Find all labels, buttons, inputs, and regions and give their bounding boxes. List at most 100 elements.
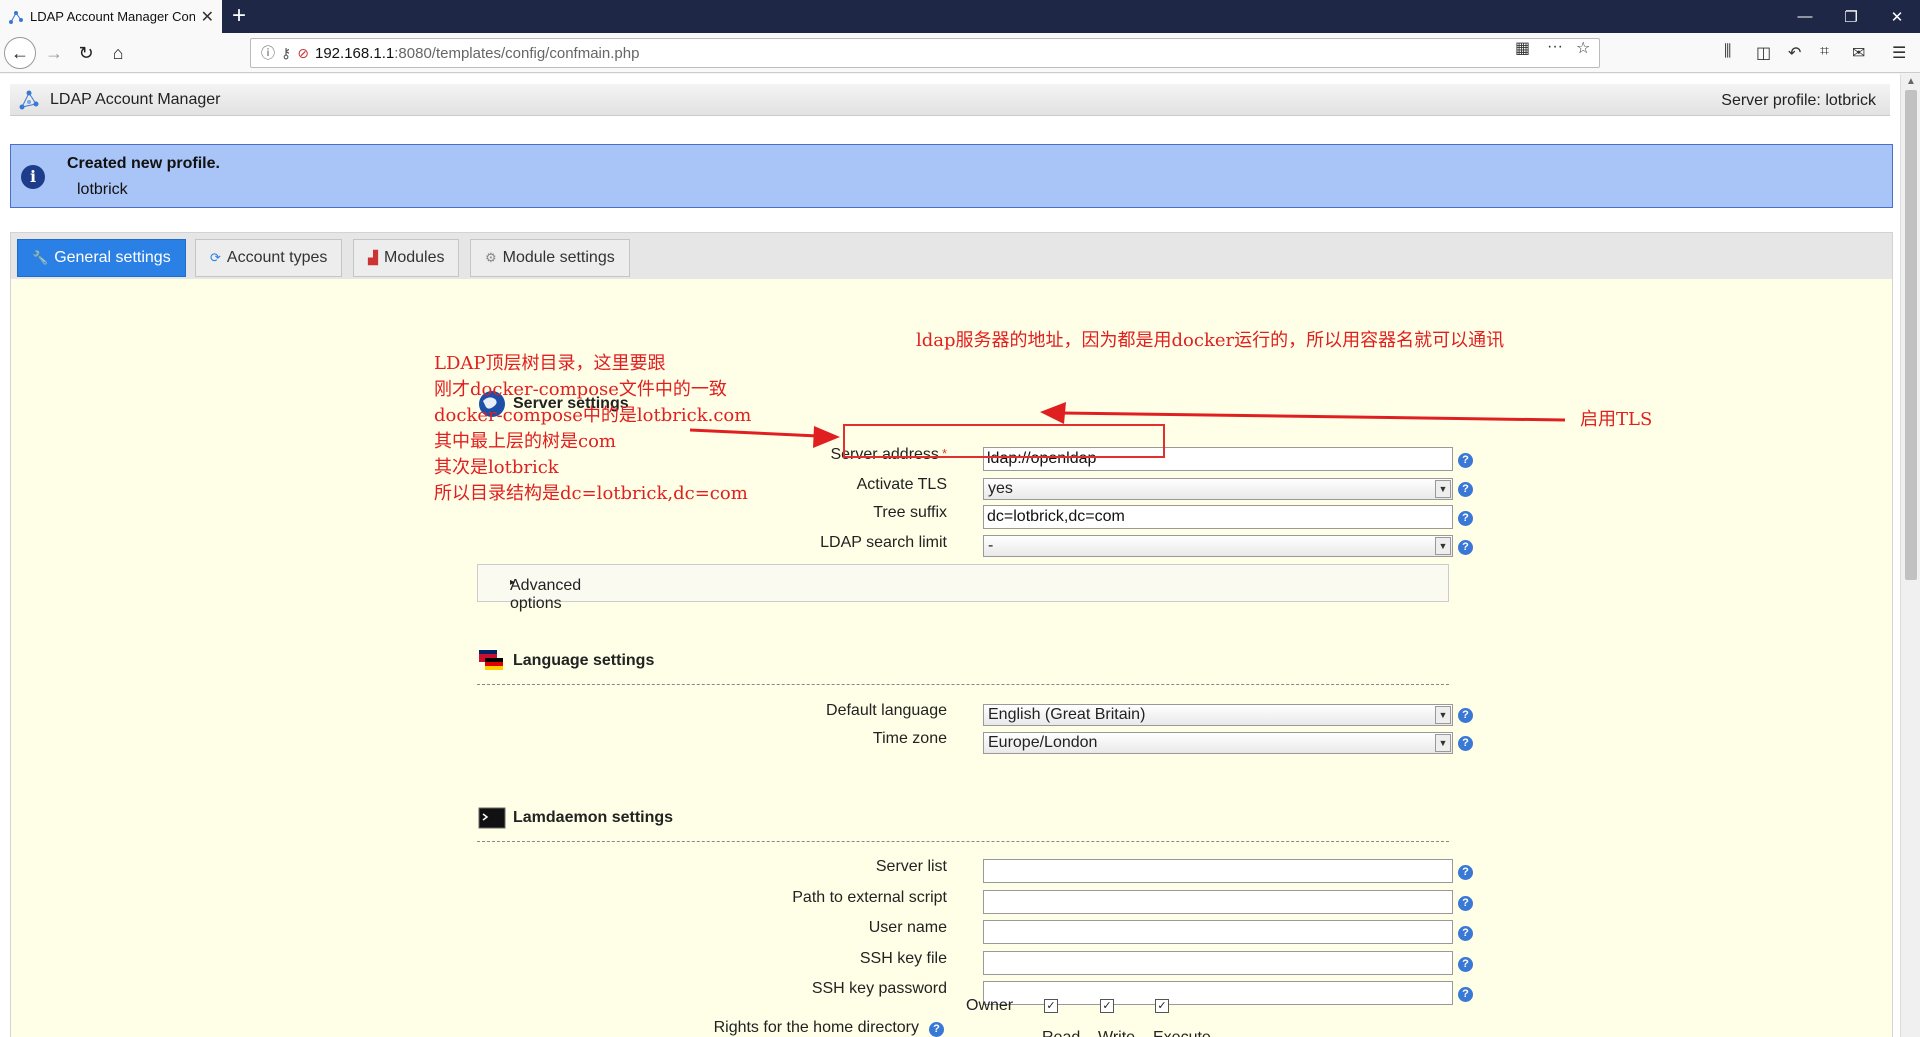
help-icon[interactable]: ? bbox=[1458, 708, 1473, 723]
scrollbar-thumb[interactable] bbox=[1905, 90, 1917, 580]
time-zone-label: Time zone bbox=[872, 730, 947, 747]
close-window-icon[interactable]: ✕ bbox=[1874, 0, 1920, 33]
tree-suffix-input[interactable] bbox=[983, 505, 1453, 529]
default-language-select[interactable]: English (Great Britain) ▼ bbox=[983, 704, 1453, 726]
lam-favicon-icon bbox=[9, 10, 23, 24]
section-label: Lamdaemon settings bbox=[513, 809, 674, 826]
insecure-lock-icon: ⊘ bbox=[297, 44, 309, 61]
tab-module-settings[interactable]: ⚙ Module settings bbox=[470, 239, 630, 277]
reload-icon[interactable]: ↻ bbox=[70, 37, 102, 69]
lamdaemon-settings-title: Lamdaemon settings bbox=[477, 803, 673, 833]
user-name-input[interactable] bbox=[983, 920, 1453, 944]
owner-read-checkbox[interactable]: ✓ bbox=[1044, 999, 1058, 1013]
user-name-label: User name bbox=[868, 919, 947, 936]
language-settings-title: Language settings bbox=[477, 646, 654, 676]
browser-tab-title: LDAP Account Manager Con bbox=[30, 9, 195, 24]
server-list-input[interactable] bbox=[983, 859, 1453, 883]
chevron-down-icon: ▼ bbox=[1435, 537, 1451, 555]
restore-icon[interactable]: ❐ bbox=[1828, 0, 1874, 33]
browser-tab-bar: LDAP Account Manager Con ✕ + — ❐ ✕ bbox=[0, 0, 1920, 33]
help-icon[interactable]: ? bbox=[1458, 453, 1473, 468]
help-icon[interactable]: ? bbox=[929, 1022, 944, 1037]
general-settings-panel: Server settings Server address* ? Activa… bbox=[10, 279, 1893, 1037]
help-icon[interactable]: ? bbox=[1458, 482, 1473, 497]
minimize-icon[interactable]: — bbox=[1782, 0, 1828, 33]
back-arrow-icon[interactable]: ← bbox=[4, 37, 36, 69]
sidebar-icon[interactable]: ◫ bbox=[1756, 43, 1771, 63]
advanced-text: Advanced options bbox=[510, 577, 582, 612]
new-tab-icon[interactable]: + bbox=[232, 3, 246, 29]
tree-note-1: LDAP顶层树目录，这里要跟 bbox=[434, 353, 666, 374]
help-icon[interactable]: ? bbox=[1458, 987, 1473, 1002]
more-actions-icon[interactable]: ··· bbox=[1547, 38, 1563, 56]
tree-note-6: 所以目录结构是dc=lotbrick,dc=com bbox=[434, 483, 748, 504]
section-label: Language settings bbox=[513, 652, 655, 669]
lam-header: LDAP Account Manager Server profile: lot… bbox=[10, 84, 1890, 116]
tls-note: 启用TLS bbox=[1580, 409, 1653, 430]
tab-label: Account types bbox=[226, 249, 328, 266]
url-host: 192.168.1.1 bbox=[315, 44, 395, 62]
select-value: yes bbox=[988, 480, 1013, 497]
owner-execute-checkbox[interactable]: ✓ bbox=[1155, 999, 1169, 1013]
ssh-key-password-label: SSH key password bbox=[811, 980, 947, 997]
modules-icon: ▟ bbox=[368, 250, 378, 265]
info-title: Created new profile. bbox=[67, 155, 220, 172]
wrench-icon: 🔧 bbox=[32, 250, 49, 265]
select-value: English (Great Britain) bbox=[988, 706, 1146, 723]
page-scrollbar[interactable]: ▲ bbox=[1900, 74, 1920, 1037]
tree-suffix-highlight-box bbox=[843, 424, 1165, 458]
help-icon[interactable]: ? bbox=[1458, 926, 1473, 941]
tab-label: Module settings bbox=[502, 249, 615, 266]
tab-label: General settings bbox=[54, 249, 171, 266]
app-title: LDAP Account Manager bbox=[50, 90, 221, 108]
library-icon[interactable]: ⫼ bbox=[1724, 43, 1731, 61]
tab-modules[interactable]: ▟ Modules bbox=[353, 239, 460, 277]
col-write: Write bbox=[1098, 1029, 1135, 1037]
search-limit-select[interactable]: - ▼ bbox=[983, 535, 1453, 557]
menu-icon[interactable]: ☰ bbox=[1892, 43, 1906, 63]
url-bar[interactable]: ⓘ ⚷ ⊘ 192.168.1.1:8080/templates/config/… bbox=[250, 38, 1600, 68]
info-icon: i bbox=[21, 165, 45, 189]
undo-icon[interactable]: ↶ bbox=[1788, 43, 1801, 63]
tree-note-2: 刚才docker-compose文件中的一致 bbox=[434, 379, 727, 400]
ssh-key-file-input[interactable] bbox=[983, 951, 1453, 975]
owner-label: Owner bbox=[966, 997, 1014, 1014]
server-profile: Server profile: lotbrick bbox=[1721, 92, 1876, 109]
select-value: Europe/London bbox=[988, 734, 1098, 751]
forward-arrow-icon[interactable]: → bbox=[38, 37, 70, 69]
help-icon[interactable]: ? bbox=[1458, 896, 1473, 911]
terminal-icon bbox=[478, 807, 506, 829]
owner-write-checkbox[interactable]: ✓ bbox=[1100, 999, 1114, 1013]
activate-tls-select[interactable]: yes ▼ bbox=[983, 478, 1453, 500]
page-viewport: LDAP Account Manager Server profile: lot… bbox=[0, 74, 1900, 1037]
tab-general-settings[interactable]: 🔧 General settings bbox=[17, 239, 186, 277]
help-icon[interactable]: ? bbox=[1458, 957, 1473, 972]
browser-tab[interactable]: LDAP Account Manager Con ✕ bbox=[0, 0, 222, 33]
key-icon: ⚷ bbox=[281, 44, 292, 61]
crop-icon[interactable]: ⌗ bbox=[1820, 43, 1829, 61]
divider bbox=[477, 841, 1449, 842]
help-icon[interactable]: ? bbox=[1458, 540, 1473, 555]
tab-label: Modules bbox=[384, 249, 445, 266]
scroll-up-arrow-icon[interactable]: ▲ bbox=[1906, 76, 1916, 87]
bookmark-star-icon[interactable]: ☆ bbox=[1576, 38, 1590, 58]
flags-icon bbox=[479, 650, 503, 670]
help-icon[interactable]: ? bbox=[1458, 511, 1473, 526]
help-icon[interactable]: ? bbox=[1458, 736, 1473, 751]
tree-note-5: 其次是lotbrick bbox=[434, 457, 559, 478]
config-tabs: 🔧 General settings ⟳ Account types ▟ Module… bbox=[10, 232, 1893, 280]
col-execute: Execute bbox=[1153, 1029, 1211, 1037]
chevron-down-icon: ▼ bbox=[1435, 734, 1451, 752]
info-circle-icon[interactable]: ⓘ bbox=[261, 43, 275, 63]
help-icon[interactable]: ? bbox=[1458, 865, 1473, 880]
time-zone-select[interactable]: Europe/London ▼ bbox=[983, 732, 1453, 754]
qr-code-icon[interactable]: ▦ bbox=[1515, 38, 1530, 58]
select-value: - bbox=[988, 537, 994, 554]
close-tab-icon[interactable]: ✕ bbox=[201, 7, 214, 27]
home-icon[interactable]: ⌂ bbox=[102, 37, 134, 69]
url-path: :8080/templates/config/confmain.php bbox=[394, 44, 640, 62]
tab-account-types[interactable]: ⟳ Account types bbox=[195, 239, 343, 277]
advanced-options-toggle[interactable]: ▸ Advanced options bbox=[477, 564, 1449, 612]
chat-icon[interactable]: ✉ bbox=[1852, 43, 1865, 63]
external-script-input[interactable] bbox=[983, 890, 1453, 914]
